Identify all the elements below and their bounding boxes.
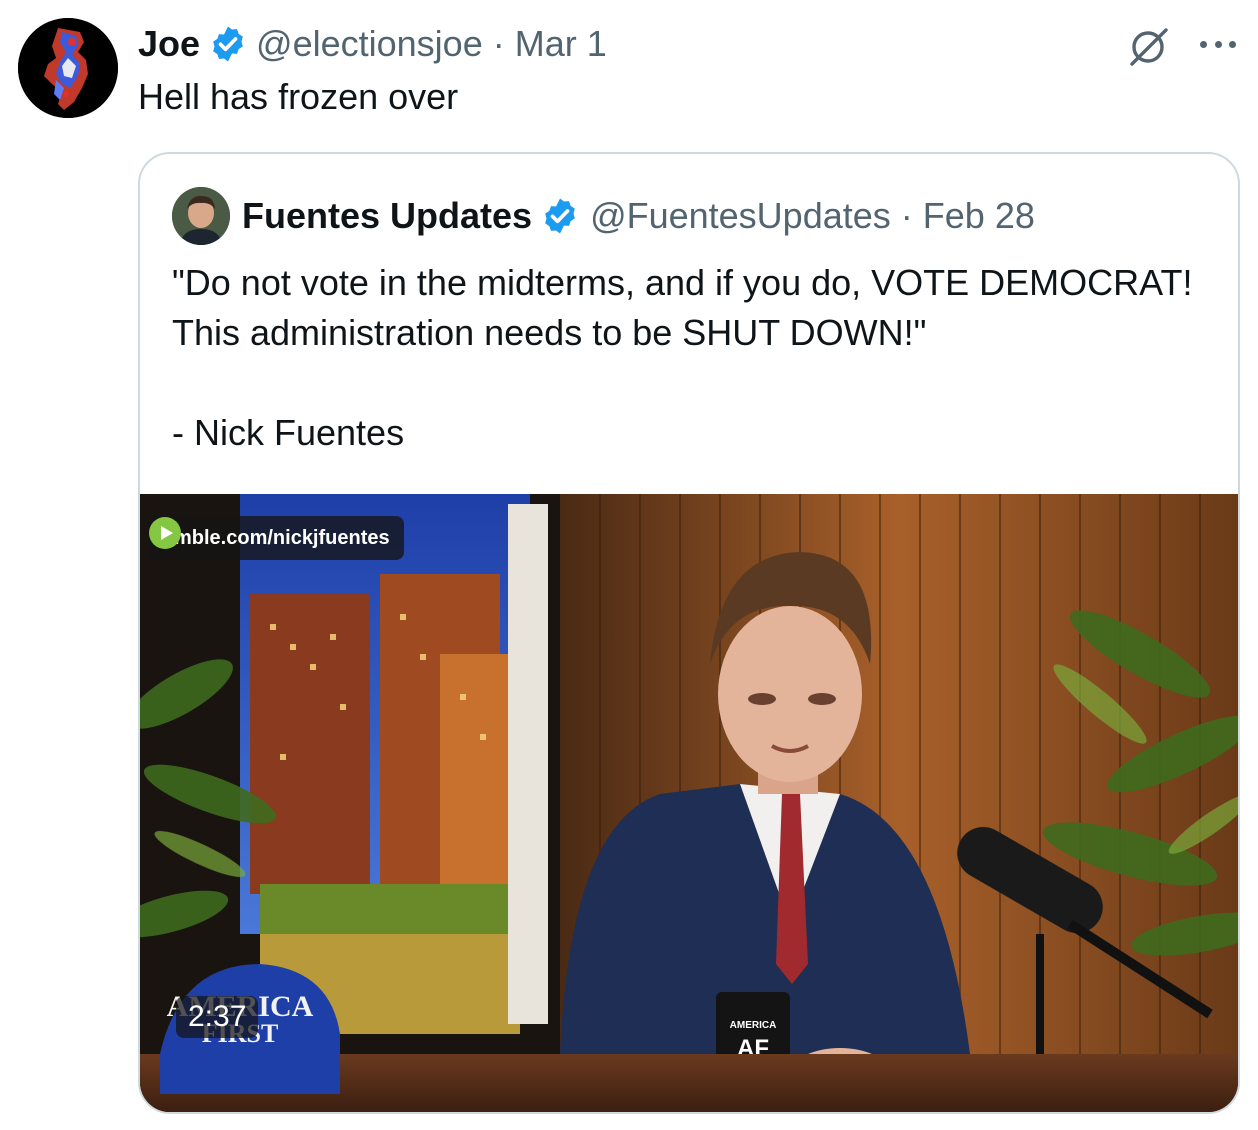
quote-author-name[interactable]: Fuentes Updates	[242, 195, 532, 237]
quoted-tweet[interactable]: Fuentes Updates @FuentesUpdates · Feb 28…	[138, 152, 1240, 1114]
video-player[interactable]: AMERICA AF AMERICA FIRST rumble.com/nick…	[140, 494, 1238, 1112]
more-options-icon[interactable]	[1196, 22, 1240, 66]
tweet-header: Joe @electionsjoe · Mar 1	[138, 22, 607, 66]
tweet-date[interactable]: Mar 1	[515, 23, 607, 65]
quote-avatar-image	[172, 187, 230, 245]
tweet-text: Hell has frozen over	[138, 76, 459, 117]
grok-icon[interactable]	[1124, 22, 1172, 70]
quote-header: Fuentes Updates @FuentesUpdates · Feb 28	[172, 186, 1035, 246]
tweet[interactable]: Joe @electionsjoe · Mar 1 Hell has froze…	[0, 0, 1258, 1130]
rumble-source-label: rumble.com/nickjfuentes	[154, 526, 390, 549]
author-name[interactable]: Joe	[138, 23, 200, 65]
rumble-source-badge[interactable]: rumble.com/nickjfuentes	[148, 516, 404, 560]
mug-label: AMERICA	[730, 1020, 777, 1031]
author-avatar[interactable]	[18, 18, 118, 118]
video-thumbnail: AMERICA AF AMERICA FIRST	[140, 494, 1238, 1112]
quote-text-body: "Do not vote in the midterms, and if you…	[172, 262, 1193, 353]
quote-text-attribution: - Nick Fuentes	[172, 412, 405, 453]
quote-author-avatar[interactable]	[172, 187, 230, 245]
rumble-logo-icon	[149, 517, 181, 549]
verified-badge-icon	[213, 26, 243, 62]
quote-date[interactable]: Feb 28	[923, 195, 1035, 237]
new-jersey-map-avatar-icon	[18, 18, 118, 118]
separator: ·	[900, 195, 913, 236]
quote-author-handle[interactable]: @FuentesUpdates	[590, 195, 891, 237]
separator: ·	[492, 23, 505, 64]
verified-badge-icon	[545, 198, 575, 234]
video-duration: 2:37	[176, 996, 259, 1038]
author-handle[interactable]: @electionsjoe	[256, 23, 483, 65]
quote-text: "Do not vote in the midterms, and if you…	[172, 258, 1222, 458]
